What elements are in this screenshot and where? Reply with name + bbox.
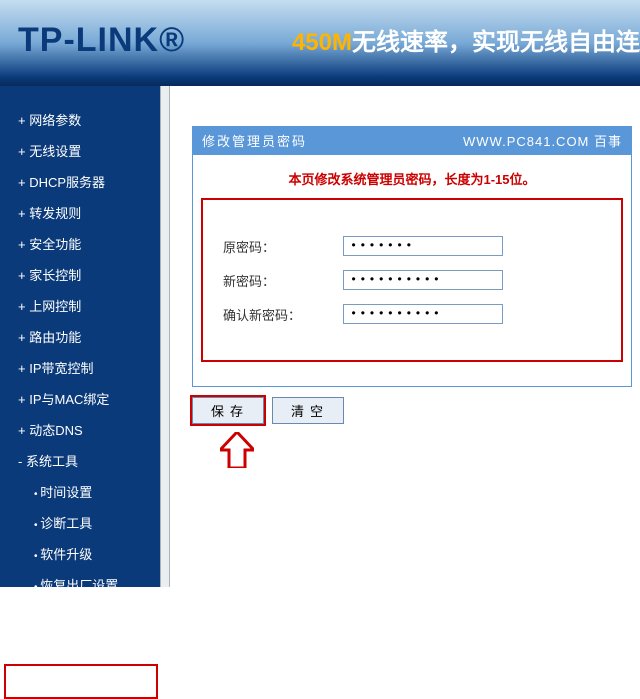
old-password-input[interactable] [343,236,503,256]
sidebar-item-13[interactable]: 诊断工具 [4,507,160,538]
sidebar-item-14[interactable]: 软件升级 [4,538,160,569]
label-old-password: 原密码： [223,237,343,256]
save-button[interactable]: 保存 [192,397,264,424]
sidebar-item-4[interactable]: 安全功能 [4,228,160,259]
arrow-up-icon [220,432,640,468]
sidebar-item-15[interactable]: 恢复出厂设置 [4,569,160,600]
sidebar-item-9[interactable]: IP与MAC绑定 [4,383,160,414]
tagline-text: 无线速率，实现无线自由连 [352,29,640,56]
sidebar-item-0[interactable]: 网络参数 [4,104,160,135]
sidebar-item-7[interactable]: 路由功能 [4,321,160,352]
sidebar-item-1[interactable]: 无线设置 [4,135,160,166]
sidebar-item-10[interactable]: 动态DNS [4,414,160,445]
sidebar-item-6[interactable]: 上网控制 [4,290,160,321]
confirm-password-input[interactable] [343,304,503,324]
splitter[interactable] [160,86,170,587]
sidebar-item-8[interactable]: IP带宽控制 [4,352,160,383]
password-form: 原密码： 新密码： 确认新密码： [201,198,623,362]
app-header: TP-LINK® 450M无线速率，实现无线自由连 [0,0,640,86]
brand-logo: TP-LINK® [18,21,185,60]
sidebar-item-18[interactable]: 修改登录密码 [4,664,158,699]
tagline-speed: 450M [292,29,352,56]
main-content: 修改管理员密码 WWW.PC841.COM 百事 本页修改系统管理员密码，长度为… [170,86,640,587]
clear-button[interactable]: 清空 [272,397,344,424]
sidebar-item-17[interactable]: 重启路由器 [4,631,160,662]
panel-title: 修改管理员密码 [202,131,307,150]
sidebar-item-3[interactable]: 转发规则 [4,197,160,228]
watermark-url: WWW.PC841.COM 百事 [463,131,622,150]
label-confirm-password: 确认新密码： [223,305,343,324]
sidebar-item-11[interactable]: 系统工具 [4,445,160,476]
label-new-password: 新密码： [223,271,343,290]
sidebar: 网络参数无线设置DHCP服务器转发规则安全功能家长控制上网控制路由功能IP带宽控… [0,86,160,587]
panel-title-bar: 修改管理员密码 WWW.PC841.COM 百事 [192,126,632,155]
sidebar-item-2[interactable]: DHCP服务器 [4,166,160,197]
sidebar-item-16[interactable]: 备份和载入配置 [4,600,160,631]
panel-hint: 本页修改系统管理员密码，长度为1-15位。 [201,169,623,188]
new-password-input[interactable] [343,270,503,290]
sidebar-item-5[interactable]: 家长控制 [4,259,160,290]
tagline: 450M无线速率，实现无线自由连 [292,22,640,57]
sidebar-item-12[interactable]: 时间设置 [4,476,160,507]
panel-body: 本页修改系统管理员密码，长度为1-15位。 原密码： 新密码： 确认新密码： [192,155,632,387]
button-bar: 保存 清空 [192,397,640,424]
